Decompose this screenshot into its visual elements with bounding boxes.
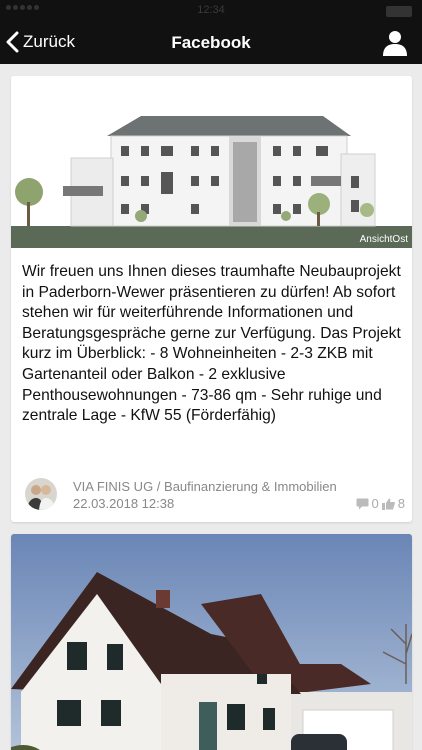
post-image [11,534,412,750]
post-meta: VIA FINIS UG / Baufinanzierung & Immobil… [25,478,405,512]
post-date: 22.03.2018 12:38 [73,496,175,511]
comment-icon [356,498,369,509]
like-count: 8 [397,496,405,511]
comment-count: 0 [371,496,379,511]
chevron-left-icon [6,31,19,53]
post-stats: 0 8 [356,496,405,511]
status-time: 12:34 [197,4,225,16]
nav-bar: Zurück Facebook [0,22,422,64]
battery-icon [386,6,412,17]
back-button[interactable]: Zurück [6,31,75,53]
post-card[interactable]: AnsichtOst Wir freuen uns Ihnen dieses t… [11,76,412,522]
post-text: Wir freuen uns Ihnen dieses traumhafte N… [22,263,401,425]
avatar [25,478,57,510]
post-card[interactable] [11,534,412,750]
image-caption: AnsichtOst [359,234,408,245]
user-profile-icon[interactable] [382,30,408,56]
post-author: VIA FINIS UG / Baufinanzierung & Immobil… [73,479,337,494]
back-button-label: Zurück [23,32,75,51]
like-icon [381,498,395,510]
status-bar: 12:34 [0,0,422,22]
post-image: AnsichtOst [11,76,412,248]
